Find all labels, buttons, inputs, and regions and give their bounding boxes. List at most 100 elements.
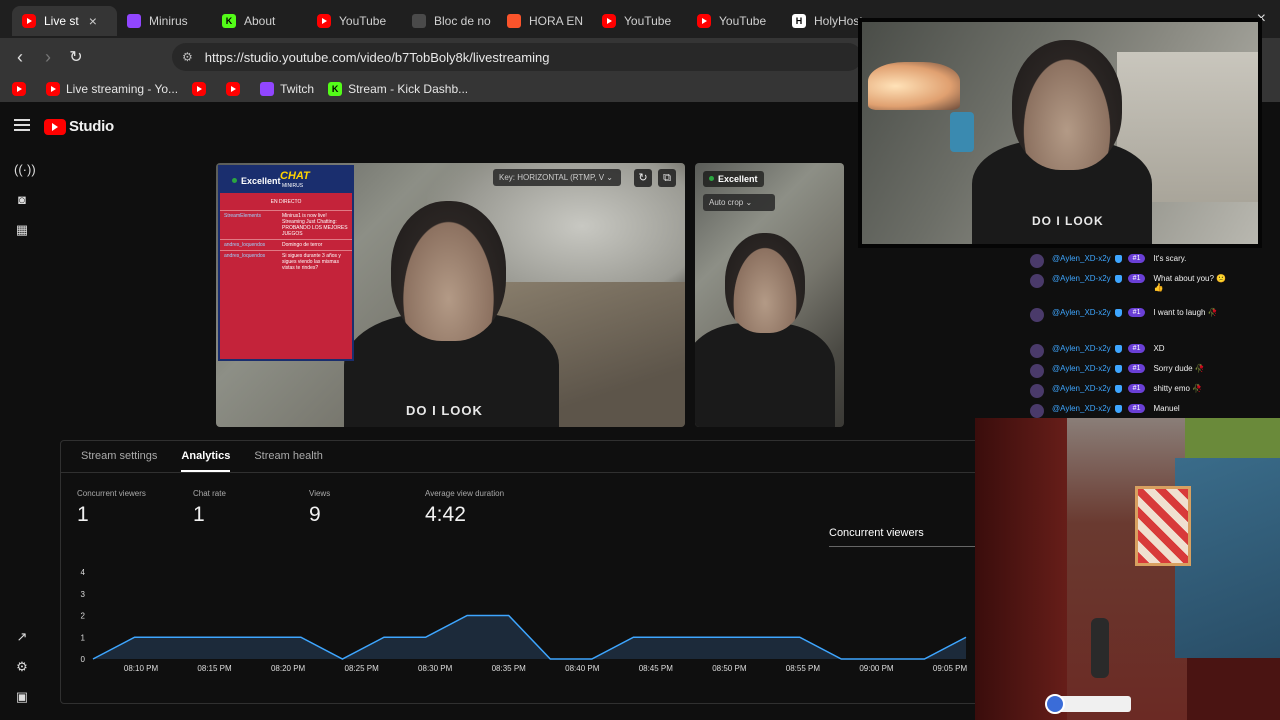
avatar[interactable]	[1030, 404, 1044, 418]
back-icon[interactable]: ‹	[6, 47, 34, 68]
chat-message-text: What about you? 😕 👍	[1153, 274, 1227, 292]
chat-username[interactable]: @Aylen_XD-x2y	[1052, 308, 1111, 317]
calendar-icon[interactable]: ▦	[14, 222, 30, 238]
chat-message: @Aylen_XD-x2y #1 What about you? 😕 👍	[1016, 274, 1233, 292]
tab-3[interactable]: K About	[212, 6, 307, 36]
tab-label: YouTube	[339, 14, 387, 28]
avatar[interactable]	[1030, 254, 1044, 268]
studio-logo-text: Studio	[69, 118, 114, 135]
youtube-icon	[192, 82, 207, 96]
tab-5[interactable]: Bloc de no	[402, 6, 497, 36]
overlay-live-label: EN DIRECTO	[270, 199, 302, 205]
verified-icon	[1114, 365, 1122, 373]
close-tab-icon[interactable]: ×	[89, 13, 97, 29]
x-tick-label: 08:30 PM	[418, 664, 453, 673]
bookmark-1[interactable]	[12, 82, 32, 96]
youtube-icon	[317, 14, 331, 28]
overlay-message-text: Si sigues durante 3 años y sigues viendo…	[282, 253, 341, 271]
chat-message-text: I want to laugh 🥀	[1153, 308, 1218, 317]
external-link-icon[interactable]: ↗	[14, 629, 30, 645]
x-tick-label: 08:45 PM	[639, 664, 674, 673]
x-tick-label: 08:40 PM	[565, 664, 600, 673]
overlay-messages: StreamElements Minirus1 is now live! Stre…	[220, 210, 352, 273]
member-badge: #1	[1127, 344, 1146, 353]
chat-username[interactable]: @Aylen_XD-x2y	[1052, 344, 1111, 353]
chat-overlay-header: Excellent CHAT MINIRUS	[220, 167, 352, 193]
left-wall	[975, 418, 1075, 720]
runner-character	[1091, 618, 1109, 678]
x-tick-label: 08:55 PM	[786, 664, 821, 673]
avatar[interactable]	[1030, 364, 1044, 378]
chat-message: @Aylen_XD-x2y #1 Manuel	[1016, 404, 1180, 418]
tab-label: HolyHost	[814, 14, 863, 28]
verified-icon	[1114, 345, 1122, 353]
avatar[interactable]	[1030, 344, 1044, 358]
bookmark-4[interactable]	[226, 82, 246, 96]
y-tick-label: 4	[81, 568, 86, 577]
feedback-icon[interactable]: ▣	[14, 689, 30, 705]
streamer-head	[391, 201, 506, 341]
chat-username[interactable]: @Aylen_XD-x2y	[1052, 384, 1111, 393]
bookmark-3[interactable]	[192, 82, 212, 96]
overlay-message: andres_loquendos Si sigues durante 3 años…	[220, 250, 352, 273]
live-stream-icon[interactable]: ((·))	[14, 162, 36, 178]
overlay-message-text: Domingo de terror	[282, 242, 323, 248]
main-stream-preview[interactable]: DO I LOOK Excellent CHAT MINIRUS EN DIRE…	[216, 163, 685, 427]
chat-message: @Aylen_XD-x2y #1 XD	[1016, 344, 1165, 358]
avatar[interactable]	[1030, 274, 1044, 288]
tab-label: Bloc de no	[434, 14, 491, 28]
twitch-icon	[260, 82, 275, 96]
bookmark-5[interactable]: Twitch	[260, 82, 314, 96]
auto-crop-select[interactable]: Auto crop ⌄	[703, 194, 775, 211]
y-tick-label: 1	[81, 633, 86, 642]
chat-username[interactable]: @Aylen_XD-x2y	[1052, 274, 1111, 283]
chat-message-text: It's scary.	[1153, 254, 1187, 263]
site-settings-icon[interactable]: ⚙	[182, 50, 193, 64]
status-dot-icon	[232, 178, 237, 183]
vertical-quality-label: Excellent	[718, 174, 758, 184]
reload-icon[interactable]: ↻	[62, 47, 90, 67]
tab-8[interactable]: YouTube	[687, 6, 782, 36]
studio-logo[interactable]: Studio	[44, 118, 114, 135]
vertical-stream-preview[interactable]: Excellent Auto crop ⌄	[695, 163, 844, 427]
y-tick-label: 0	[81, 655, 86, 664]
camera-icon[interactable]: ◙	[14, 192, 30, 208]
trees	[1185, 418, 1280, 458]
chat-overlay-title: CHAT	[280, 170, 310, 182]
avatar[interactable]	[1030, 384, 1044, 398]
live-chat: @Aylen_XD-x2y #1 It's scary. @Aylen_XD-x2y #…	[1016, 246, 1280, 418]
overlay-message-user: andres_loquendos	[224, 242, 266, 248]
shirt-text: DO I LOOK	[406, 403, 483, 418]
settings-icon[interactable]: ⚙	[14, 659, 30, 675]
tab-6[interactable]: HORA EN	[497, 6, 592, 36]
tab-1[interactable]: Live st ×	[12, 6, 117, 36]
y-tick-label: 2	[81, 612, 86, 621]
chat-username[interactable]: @Aylen_XD-x2y	[1052, 404, 1111, 413]
menu-icon[interactable]	[14, 119, 30, 131]
verified-icon	[1114, 385, 1122, 393]
url-field[interactable]: ⚙ https://studio.youtube.com/video/b7Tob…	[172, 43, 862, 71]
vertical-streamer-body	[695, 323, 835, 427]
bookmark-2[interactable]: Live streaming - Yo...	[46, 82, 178, 96]
forward-icon[interactable]: ›	[34, 47, 62, 68]
stream-key-select[interactable]: Key: HORIZONTAL (RTMP, V ⌄	[493, 169, 621, 186]
refresh-icon[interactable]: ↻	[634, 169, 652, 187]
tab-2[interactable]: Minirus	[117, 6, 212, 36]
tab-label: HORA EN	[529, 14, 584, 28]
chat-username[interactable]: @Aylen_XD-x2y	[1052, 364, 1111, 373]
tab-7[interactable]: YouTube	[592, 6, 687, 36]
youtube-logo-icon	[44, 118, 66, 135]
kick-icon: K	[222, 14, 236, 28]
chat-username[interactable]: @Aylen_XD-x2y	[1052, 254, 1111, 263]
tab-label: Live st	[44, 14, 79, 28]
avatar[interactable]	[1030, 308, 1044, 322]
bookmark-6[interactable]: K Stream - Kick Dashb...	[328, 82, 468, 96]
y-tick-label: 3	[81, 590, 86, 599]
facecam-overlay: DO I LOOK	[858, 18, 1262, 248]
overlay-message: andres_loquendos Domingo de terror	[220, 239, 352, 250]
copy-icon[interactable]: ⧉	[658, 169, 676, 187]
game-overlay	[975, 418, 1280, 720]
tab-4[interactable]: YouTube	[307, 6, 402, 36]
chat-message-text: XD	[1153, 344, 1165, 353]
member-badge: #1	[1127, 308, 1146, 317]
